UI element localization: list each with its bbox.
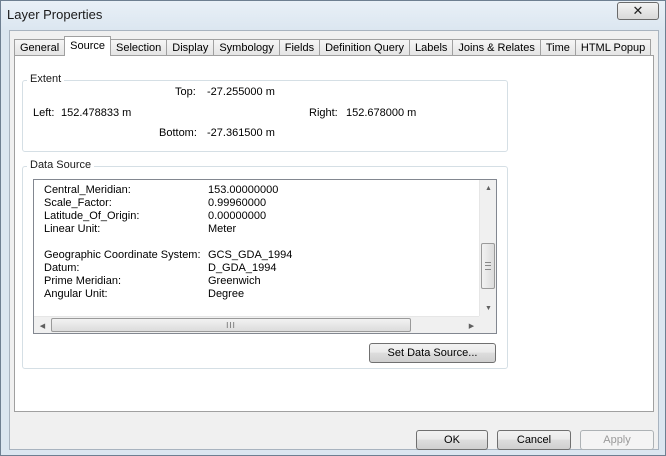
cancel-button[interactable]: Cancel (497, 430, 571, 450)
close-icon: ✕ (632, 3, 644, 18)
row-value: 153.00000000 (208, 184, 279, 196)
extent-title: Extent (27, 73, 65, 85)
tab-general[interactable]: General (14, 39, 66, 56)
tab-html-popup[interactable]: HTML Popup (574, 39, 652, 56)
ok-button[interactable]: OK (416, 430, 488, 450)
source-tab-page: Extent Top: -27.255000 m Left: 152.47883… (14, 55, 654, 412)
row-value: D_GDA_1994 (208, 262, 277, 274)
tab-display[interactable]: Display (166, 39, 215, 56)
row-key: Prime Meridian: (44, 275, 122, 287)
row-value: Degree (208, 288, 245, 300)
layer-properties-window: Layer Properties ✕ General Source Select… (0, 0, 666, 456)
scroll-left-icon[interactable]: ◀ (34, 317, 51, 334)
dialog-client: General Source Selection Display Symbolo… (9, 30, 659, 450)
row-value: Meter (208, 223, 237, 235)
scroll-down-icon[interactable]: ▼ (480, 300, 497, 317)
row-key: Angular Unit: (44, 288, 108, 300)
vertical-scrollbar[interactable]: ▲ ▼ (479, 180, 496, 317)
extent-bottom-value: -27.361500 m (207, 127, 275, 139)
extent-top-label: Top: (175, 86, 196, 98)
row-key (44, 236, 208, 249)
list-item: Linear Unit: Meter (44, 223, 474, 236)
extent-right-value: 152.678000 m (346, 107, 417, 119)
tab-symbology[interactable]: Symbology (213, 39, 280, 56)
list-item: Geographic Coordinate System: GCS_GDA_199… (44, 249, 474, 262)
grip-icon (485, 262, 491, 270)
row-key: Scale_Factor: (44, 197, 112, 209)
list-item: Scale_Factor: 0.99960000 (44, 197, 474, 210)
list-item: Prime Meridian: Greenwich (44, 275, 474, 288)
row-value: Greenwich (208, 275, 261, 287)
vertical-scroll-thumb[interactable] (481, 243, 495, 289)
tab-selection[interactable]: Selection (110, 39, 168, 56)
title-bar: Layer Properties ✕ (1, 1, 665, 29)
horizontal-scrollbar[interactable]: ◀ III ▶ (34, 316, 480, 333)
extent-left-value: 152.478833 m (61, 107, 132, 119)
tab-time[interactable]: Time (539, 39, 576, 56)
row-key: Latitude_Of_Origin: (44, 210, 140, 222)
tab-joins-relates[interactable]: Joins & Relates (452, 39, 541, 56)
list-item (44, 236, 474, 249)
extent-left-label: Left: (33, 107, 55, 119)
data-source-listbox[interactable]: Central_Meridian: 153.00000000 Scale_Fact… (33, 179, 497, 334)
row-key: Geographic Coordinate System: (44, 249, 201, 261)
list-item: Central_Meridian: 153.00000000 (44, 184, 474, 197)
set-data-source-button[interactable]: Set Data Source... (369, 343, 496, 363)
apply-button[interactable]: Apply (580, 430, 654, 450)
tab-strip: General Source Selection Display Symbolo… (14, 36, 652, 56)
horizontal-scroll-thumb[interactable]: III (51, 318, 411, 332)
data-source-group: Data Source Central_Meridian: 153.0000000… (22, 159, 508, 369)
data-source-title: Data Source (27, 159, 95, 171)
tab-labels[interactable]: Labels (408, 39, 454, 56)
tab-fields[interactable]: Fields (278, 39, 321, 56)
list-item: Latitude_Of_Origin: 0.00000000 (44, 210, 474, 223)
row-key: Datum: (44, 262, 80, 274)
row-value: GCS_GDA_1994 (208, 249, 293, 261)
extent-top-value: -27.255000 m (207, 86, 275, 98)
row-value: 0.00000000 (208, 210, 267, 222)
extent-right-label: Right: (309, 107, 338, 119)
close-button[interactable]: ✕ (617, 2, 659, 20)
row-value: 0.99960000 (208, 197, 267, 209)
scroll-corner (479, 316, 496, 333)
window-title: Layer Properties (7, 7, 103, 22)
tab-definition-query[interactable]: Definition Query (319, 39, 410, 56)
data-source-rows: Central_Meridian: 153.00000000 Scale_Fact… (44, 184, 474, 301)
list-item: Datum: D_GDA_1994 (44, 262, 474, 275)
list-item: Angular Unit: Degree (44, 288, 474, 301)
scroll-up-icon[interactable]: ▲ (480, 180, 497, 197)
row-key: Linear Unit: (44, 223, 101, 235)
scroll-right-icon[interactable]: ▶ (463, 317, 480, 334)
tab-source[interactable]: Source (64, 36, 111, 56)
extent-group: Extent Top: -27.255000 m Left: 152.47883… (22, 73, 508, 152)
row-key: Central_Meridian: (44, 184, 131, 196)
extent-bottom-label: Bottom: (159, 127, 197, 139)
